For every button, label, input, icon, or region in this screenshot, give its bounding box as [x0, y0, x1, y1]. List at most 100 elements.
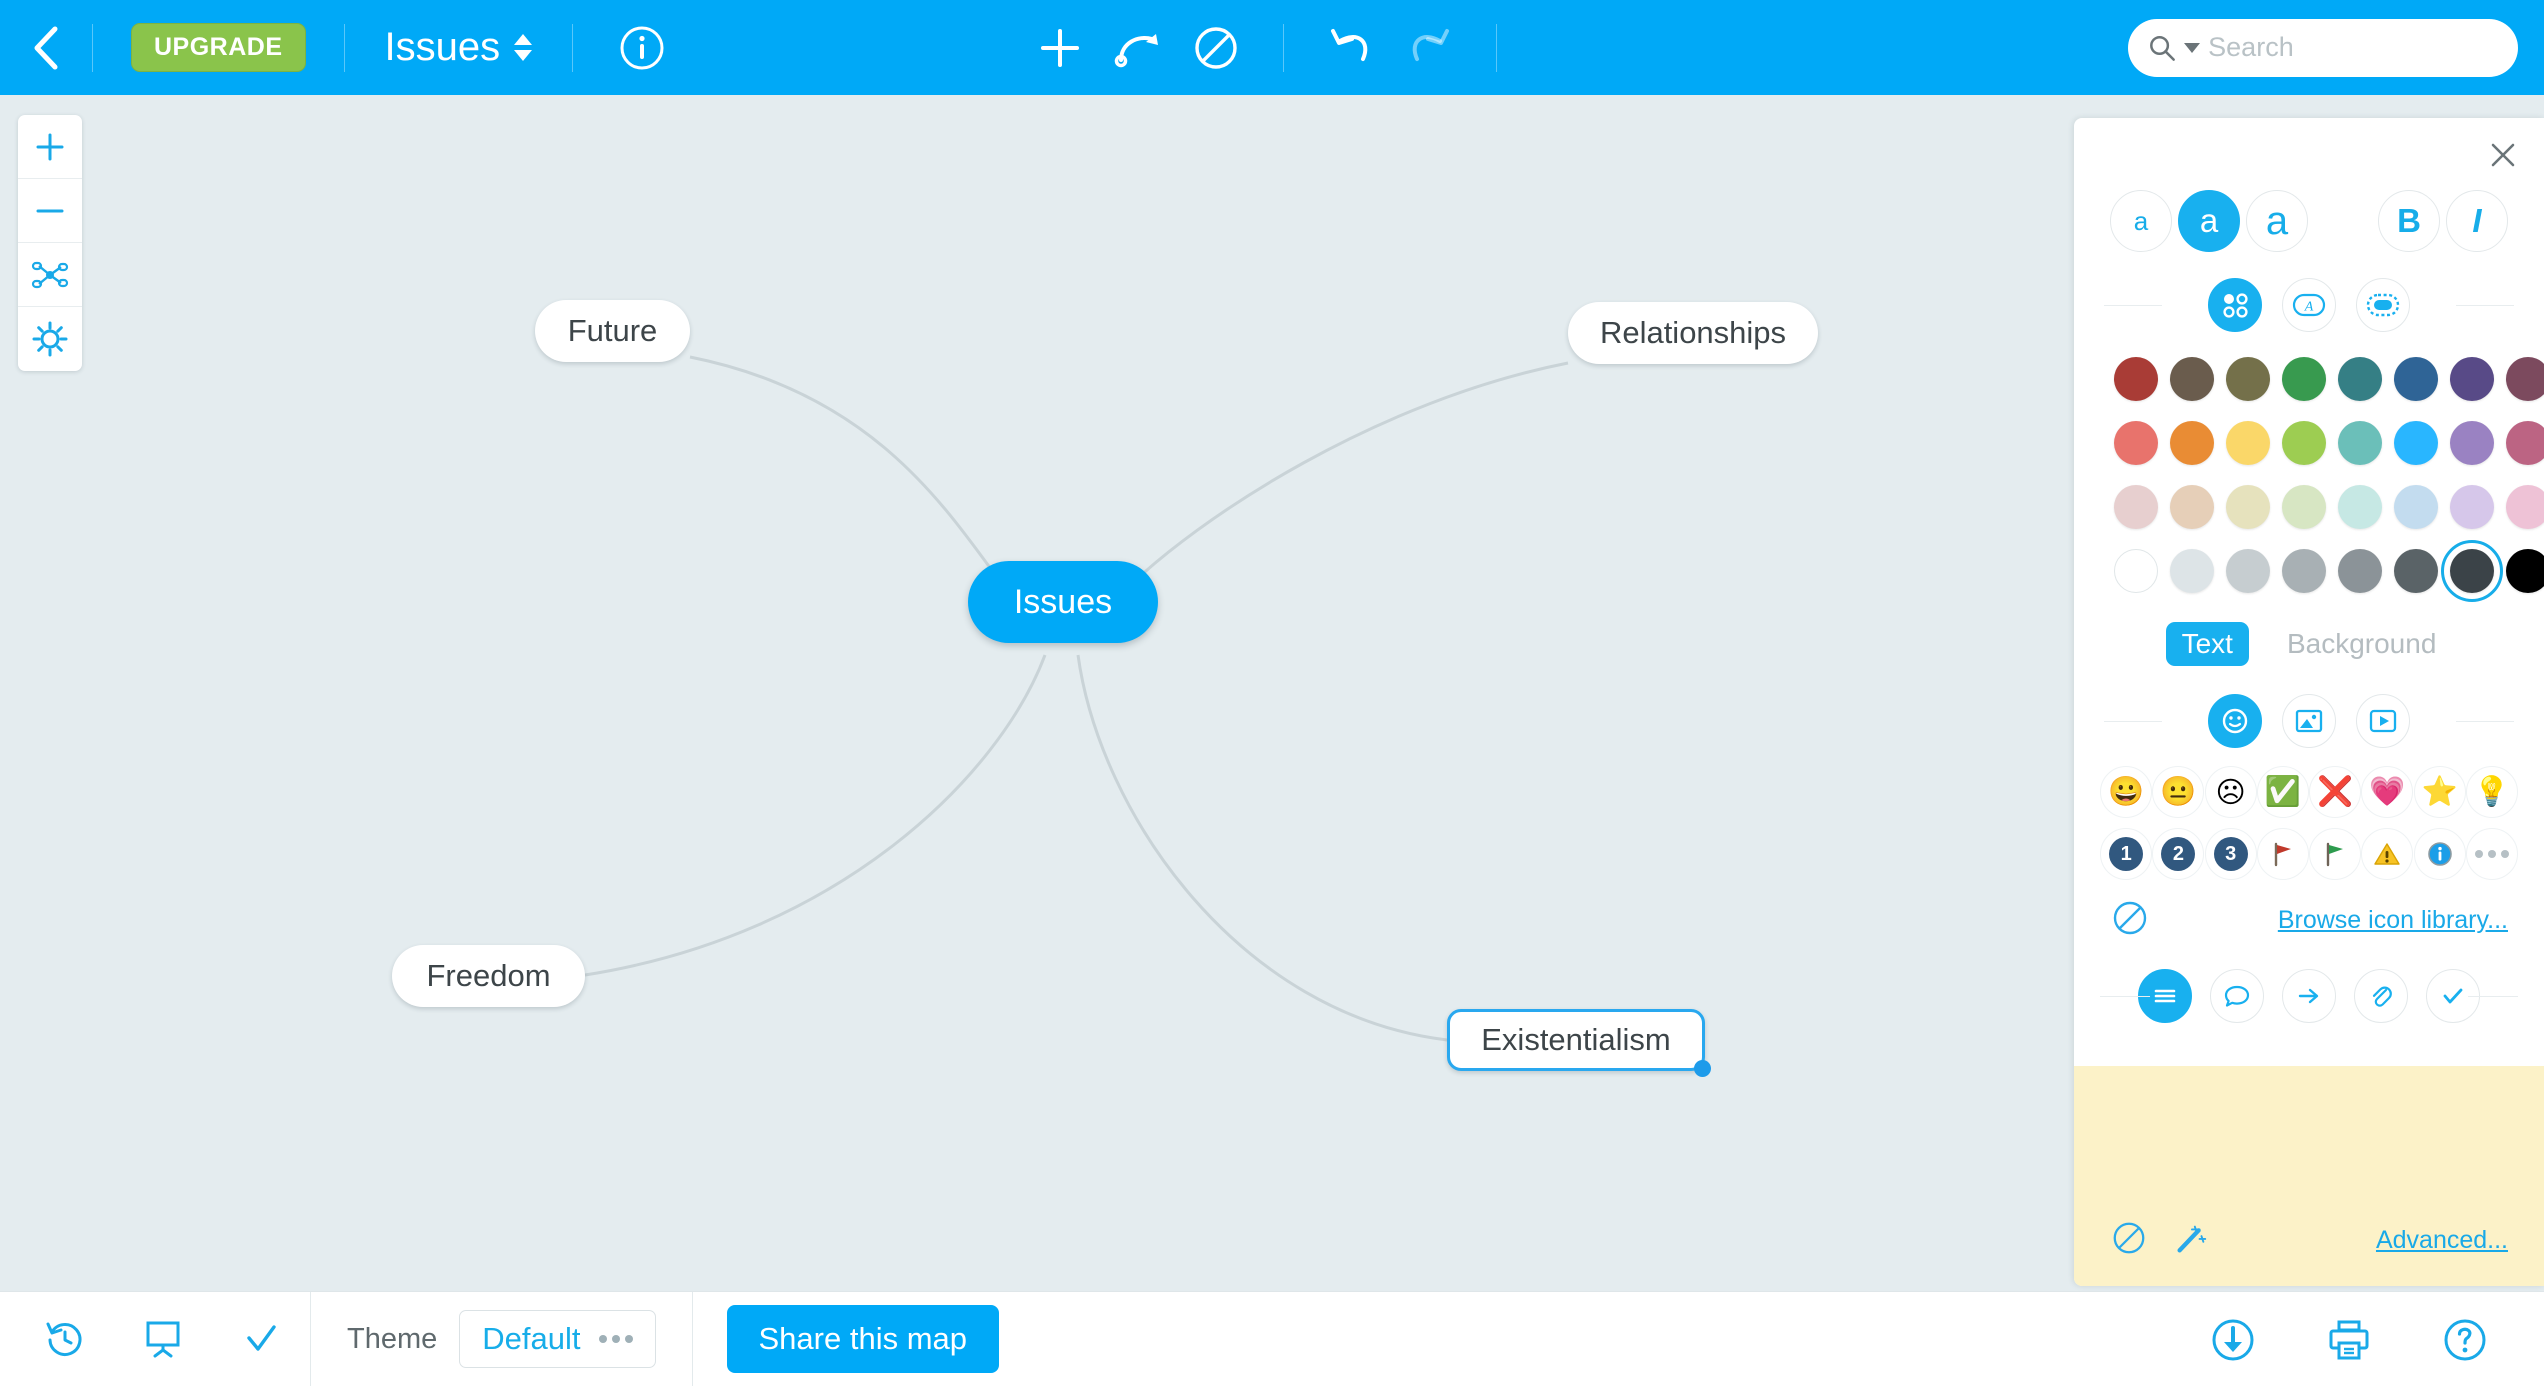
- presentation-button[interactable]: [114, 1292, 212, 1386]
- fill-target-background-button[interactable]: Background: [2271, 622, 2452, 666]
- node-relationships[interactable]: Relationships: [1568, 302, 1818, 364]
- swatch-cell[interactable]: [2108, 418, 2164, 468]
- fill-target-text-button[interactable]: Text: [2165, 622, 2249, 666]
- clear-icon-button[interactable]: [2110, 898, 2150, 943]
- back-button[interactable]: [0, 0, 92, 95]
- emoji-smiley-happy[interactable]: 😀: [2100, 766, 2153, 818]
- add-relationship-button[interactable]: [1099, 0, 1177, 95]
- emoji-warning[interactable]: [2361, 828, 2414, 880]
- browse-icon-library-link[interactable]: Browse icon library...: [2278, 906, 2508, 935]
- emoji-cross-red[interactable]: ❌: [2309, 766, 2362, 818]
- node-future[interactable]: Future: [535, 300, 690, 362]
- swatch-cell[interactable]: [2388, 546, 2444, 596]
- swatch-cell-selected[interactable]: [2441, 540, 2503, 602]
- swatch-cell[interactable]: [2332, 482, 2388, 532]
- node-existentialism[interactable]: Existentialism: [1447, 1009, 1711, 1077]
- emoji-number-two[interactable]: 2: [2152, 828, 2205, 880]
- swatch-cell[interactable]: [2444, 354, 2500, 404]
- node-drag-handle[interactable]: [1694, 1060, 1711, 1077]
- swatch-cell[interactable]: [2276, 482, 2332, 532]
- emoji-lightbulb[interactable]: 💡: [2465, 766, 2518, 818]
- emoji-flag-green[interactable]: [2309, 828, 2362, 880]
- swatch-cell[interactable]: [2444, 418, 2500, 468]
- emoji-number-one[interactable]: 1: [2100, 828, 2153, 880]
- color-mode-fill-tab[interactable]: [2356, 278, 2410, 332]
- swatch-cell[interactable]: [2220, 418, 2276, 468]
- italic-button[interactable]: I: [2446, 190, 2508, 252]
- task-filter-button[interactable]: [212, 1292, 310, 1386]
- node-freedom[interactable]: Freedom: [392, 945, 585, 1007]
- bold-button[interactable]: B: [2378, 190, 2440, 252]
- swatch-cell[interactable]: [2220, 354, 2276, 404]
- search-filter-caret-icon[interactable]: [2184, 42, 2201, 53]
- swatch-cell[interactable]: [2220, 546, 2276, 596]
- color-mode-text-tab[interactable]: A: [2282, 278, 2336, 332]
- swatch-cell[interactable]: [2500, 482, 2544, 532]
- document-title-selector[interactable]: Issues: [345, 25, 573, 70]
- theme-select[interactable]: Default: [459, 1310, 656, 1368]
- swatch-cell[interactable]: [2164, 482, 2220, 532]
- emoji-star[interactable]: ⭐: [2413, 766, 2466, 818]
- map-info-button[interactable]: [573, 25, 711, 71]
- icon-tab-video[interactable]: [2356, 694, 2410, 748]
- emoji-heart-pink[interactable]: 💗: [2361, 766, 2414, 818]
- emoji-flag-red[interactable]: [2256, 828, 2309, 880]
- swatch-cell[interactable]: [2444, 482, 2500, 532]
- share-map-button[interactable]: Share this map: [726, 1305, 999, 1373]
- note-tab-link[interactable]: [2282, 969, 2336, 1023]
- help-button[interactable]: [2416, 1292, 2514, 1386]
- swatch-cell[interactable]: [2164, 546, 2220, 596]
- swatch-cell[interactable]: [2108, 546, 2164, 596]
- color-mode-palette-tab[interactable]: [2208, 278, 2262, 332]
- zoom-in-button[interactable]: [18, 115, 82, 179]
- swatch-cell[interactable]: [2164, 418, 2220, 468]
- swatch-cell[interactable]: [2276, 546, 2332, 596]
- emoji-check-green[interactable]: ✅: [2256, 766, 2309, 818]
- font-size-medium-button[interactable]: a: [2178, 190, 2240, 252]
- icon-tab-image[interactable]: [2282, 694, 2336, 748]
- redo-button[interactable]: [1390, 0, 1468, 95]
- undo-button[interactable]: [1312, 0, 1390, 95]
- search-input[interactable]: [2208, 32, 2498, 63]
- swatch-cell[interactable]: [2332, 546, 2388, 596]
- close-panel-button[interactable]: [2484, 136, 2522, 174]
- emoji-smiley-neutral[interactable]: 😐: [2152, 766, 2205, 818]
- note-tab-note[interactable]: [2138, 969, 2192, 1023]
- emoji-more[interactable]: [2465, 828, 2518, 880]
- theme-more-icon[interactable]: [598, 1335, 633, 1343]
- font-size-small-button[interactable]: a: [2110, 190, 2172, 252]
- swatch-cell[interactable]: [2220, 482, 2276, 532]
- note-tab-task[interactable]: [2426, 969, 2480, 1023]
- emoji-smiley-sad[interactable]: ☹: [2204, 766, 2257, 818]
- swatch-cell[interactable]: [2332, 354, 2388, 404]
- zoom-out-button[interactable]: [18, 179, 82, 243]
- print-button[interactable]: [2300, 1292, 2398, 1386]
- map-settings-button[interactable]: [18, 307, 82, 371]
- history-button[interactable]: [16, 1292, 114, 1386]
- swatch-cell[interactable]: [2500, 354, 2544, 404]
- note-editor-area[interactable]: Advanced...: [2074, 1066, 2544, 1286]
- swatch-cell[interactable]: [2276, 354, 2332, 404]
- swatch-cell[interactable]: [2500, 418, 2544, 468]
- emoji-number-three[interactable]: 3: [2204, 828, 2257, 880]
- download-button[interactable]: [2184, 1292, 2282, 1386]
- add-node-button[interactable]: [1021, 0, 1099, 95]
- note-tab-attachment[interactable]: [2354, 969, 2408, 1023]
- swatch-cell[interactable]: [2388, 418, 2444, 468]
- font-size-large-button[interactable]: a: [2246, 190, 2308, 252]
- swatch-cell[interactable]: [2108, 482, 2164, 532]
- emoji-info[interactable]: [2413, 828, 2466, 880]
- magic-format-button[interactable]: [2172, 1219, 2210, 1262]
- swatch-cell[interactable]: [2388, 354, 2444, 404]
- upgrade-button[interactable]: UPGRADE: [131, 23, 306, 72]
- swatch-cell[interactable]: [2164, 354, 2220, 404]
- icon-tab-emoji[interactable]: [2208, 694, 2262, 748]
- note-tab-comment[interactable]: [2210, 969, 2264, 1023]
- swatch-cell[interactable]: [2500, 546, 2544, 596]
- advanced-link[interactable]: Advanced...: [2376, 1226, 2508, 1255]
- swatch-cell[interactable]: [2332, 418, 2388, 468]
- swatch-cell[interactable]: [2388, 482, 2444, 532]
- swatch-cell[interactable]: [2108, 354, 2164, 404]
- swatch-cell[interactable]: [2276, 418, 2332, 468]
- clear-note-button[interactable]: [2110, 1219, 2148, 1262]
